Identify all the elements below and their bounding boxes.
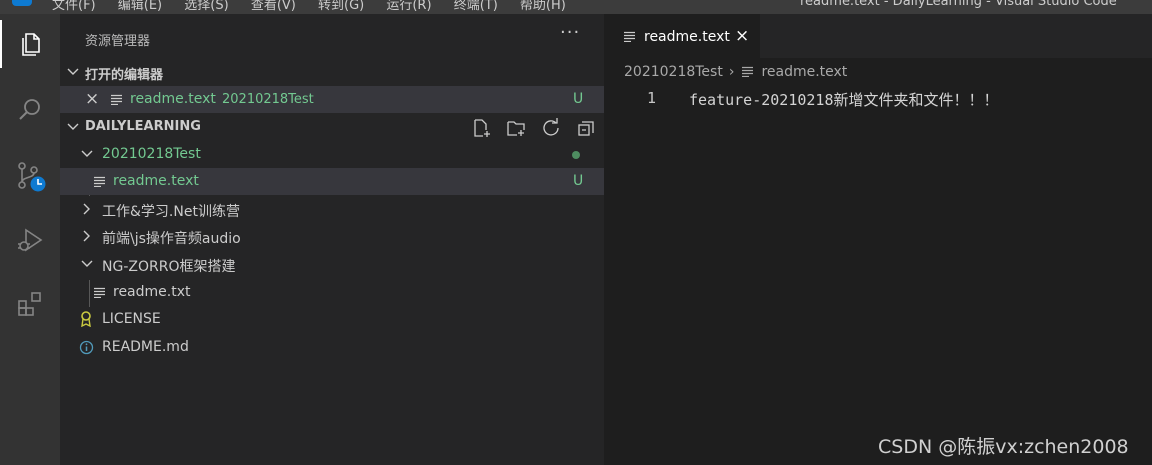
collapse-all-icon[interactable]: [576, 118, 596, 138]
tree-item-label: LICENSE: [102, 311, 161, 327]
open-editor-item[interactable]: × readme.text 20210218Test U: [60, 86, 604, 113]
close-icon[interactable]: ×: [85, 89, 99, 109]
tree-folder-frontend-audio[interactable]: 前端\js操作音频audio: [60, 223, 604, 250]
explorer-icon[interactable]: [0, 20, 60, 68]
menu-item[interactable]: 文件(F): [52, 0, 96, 13]
new-file-icon[interactable]: [472, 118, 492, 138]
tab-label: readme.text: [644, 29, 730, 45]
tree-file-readme-txt[interactable]: readme.txt: [60, 279, 604, 306]
tree-file-readme-md[interactable]: README.md: [60, 334, 604, 361]
chevron-right-icon: ›: [728, 64, 735, 80]
chevron-down-icon: [81, 260, 93, 267]
code-line[interactable]: feature-20210218新增文件夹和文件！！！: [689, 89, 999, 110]
tree-folder-net-training[interactable]: 工作&学习.Net训练营: [60, 196, 604, 223]
explorer-header: 资源管理器 ···: [60, 14, 604, 58]
editor-tab-readme[interactable]: readme.text ×: [604, 14, 760, 58]
menu-bar: 文件(F) 编辑(E) 选择(S) 查看(V) 转到(G) 运行(R) 终端(T…: [0, 0, 1152, 14]
tree-item-label: readme.text: [113, 173, 199, 189]
tree-item-label: readme.txt: [113, 284, 191, 300]
tree-folder-20210218test[interactable]: 20210218Test: [60, 141, 604, 168]
tree-item-label: NG-ZORRO框架搭建: [102, 259, 236, 275]
text-file-icon: [94, 287, 105, 298]
open-editors-title: 打开的编辑器: [85, 68, 164, 83]
chevron-right-icon: [83, 203, 90, 215]
breadcrumb-folder[interactable]: 20210218Test: [624, 64, 723, 80]
info-icon: [79, 340, 94, 355]
breadcrumb: 20210218Test › readme.text: [624, 64, 847, 80]
run-debug-icon[interactable]: [0, 216, 60, 264]
text-file-icon: [624, 31, 635, 42]
workspace-title: DAILYLEARNING: [85, 119, 201, 134]
editor-area: readme.text × 20210218Test › readme.text 1…: [604, 14, 1152, 465]
chevron-down-icon: [67, 68, 79, 75]
breadcrumb-file[interactable]: readme.text: [761, 64, 847, 80]
tree-item-label: 20210218Test: [102, 146, 201, 162]
extensions-icon[interactable]: [0, 280, 60, 328]
tree-item-label: README.md: [102, 339, 189, 355]
refresh-icon[interactable]: [541, 118, 561, 138]
tree-item-label: 工作&学习.Net训练营: [102, 204, 240, 220]
open-editor-folder: 20210218Test: [222, 92, 314, 107]
line-number: 1: [647, 89, 657, 107]
chevron-down-icon: [81, 150, 93, 157]
open-editors-section-header[interactable]: 打开的编辑器: [60, 59, 604, 86]
window-title: readme.text - DailyLearning - Visual Stu…: [800, 0, 1117, 9]
text-file-icon: [94, 176, 105, 187]
menu-item[interactable]: 转到(G): [318, 0, 364, 13]
text-file-icon: [742, 66, 754, 77]
open-editor-filename: readme.text: [130, 91, 216, 107]
menu-item[interactable]: 查看(V): [251, 0, 296, 13]
new-folder-icon[interactable]: [506, 118, 526, 138]
menu-item[interactable]: 选择(S): [184, 0, 228, 13]
watermark: CSDN @陈振vx:zchen2008: [878, 436, 1129, 458]
menu-item[interactable]: 帮助(H): [520, 0, 566, 13]
source-control-icon[interactable]: [0, 152, 60, 200]
explorer-sidebar: 资源管理器 ··· 打开的编辑器 × readme.text 20210218T…: [60, 14, 604, 465]
menu-items[interactable]: 文件(F) 编辑(E) 选择(S) 查看(V) 转到(G) 运行(R) 终端(T…: [52, 0, 566, 13]
tree-file-readme-text[interactable]: readme.text U: [60, 168, 604, 195]
workspace-section-header[interactable]: DAILYLEARNING: [60, 114, 604, 141]
tab-bar: readme.text ×: [604, 14, 1152, 58]
untracked-badge: U: [573, 173, 584, 189]
vscode-logo-icon: [12, 0, 32, 6]
tree-folder-ng-zorro[interactable]: NG-ZORRO框架搭建: [60, 251, 604, 278]
untracked-badge: U: [573, 91, 584, 107]
close-icon[interactable]: ×: [735, 26, 749, 46]
chevron-down-icon: [67, 123, 79, 130]
modified-dot: [572, 151, 580, 159]
activity-bar: [0, 14, 60, 465]
chevron-right-icon: [83, 230, 90, 242]
tree-file-license[interactable]: LICENSE: [60, 306, 604, 333]
more-actions-icon[interactable]: ···: [560, 22, 580, 43]
explorer-title: 资源管理器: [85, 34, 151, 49]
search-icon[interactable]: [0, 86, 60, 134]
menu-item[interactable]: 运行(R): [386, 0, 431, 13]
license-icon: [81, 311, 91, 327]
menu-item[interactable]: 终端(T): [454, 0, 498, 13]
text-file-icon: [111, 94, 122, 105]
menu-item[interactable]: 编辑(E): [118, 0, 162, 13]
tree-item-label: 前端\js操作音频audio: [102, 231, 241, 247]
